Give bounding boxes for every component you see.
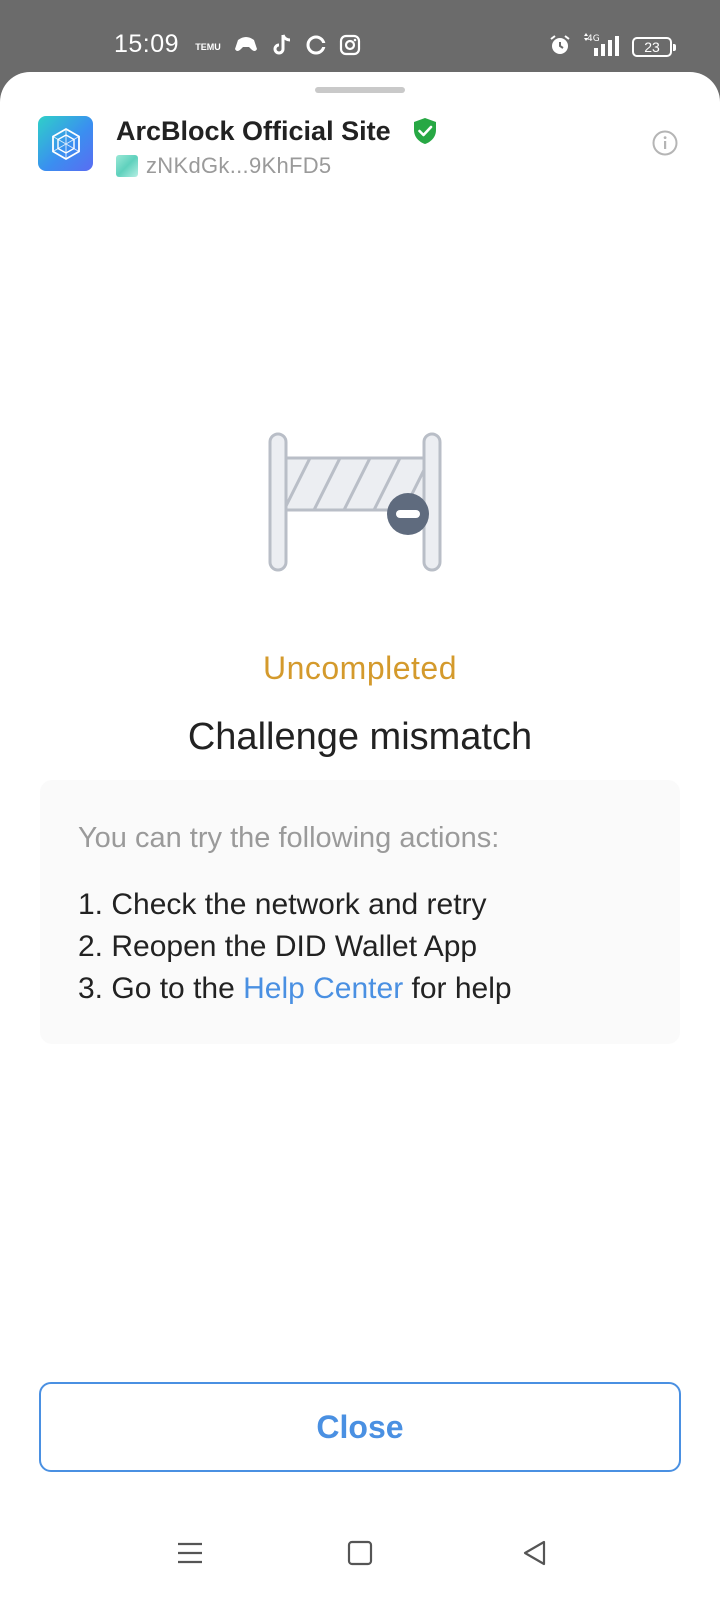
drag-handle[interactable] — [315, 87, 405, 93]
status-time: 15:09 — [114, 30, 180, 58]
close-button-label: Close — [316, 1408, 404, 1445]
app-c-icon — [305, 34, 327, 61]
list-item-prefix: 3. Go to the — [78, 972, 244, 1005]
back-icon[interactable] — [520, 1538, 550, 1568]
screen: 15:09 TEMU 4G 23 ArcBlock Official Site … — [0, 0, 720, 1600]
list-item: 1. Check the network and retry — [78, 888, 487, 921]
navigation-bar — [0, 1504, 720, 1600]
signal-icon: 4G — [582, 32, 622, 63]
status-right: 4G 23 — [548, 32, 676, 63]
battery-icon: 23 — [632, 37, 676, 57]
tiktok-icon — [271, 33, 293, 62]
did-avatar — [116, 155, 138, 177]
info-icon[interactable] — [652, 130, 678, 156]
status-app-icons: TEMU — [195, 33, 361, 62]
result-status: Uncompleted — [262, 650, 458, 686]
menu-icon[interactable] — [175, 1538, 205, 1568]
game-icon — [233, 34, 259, 61]
app-title: ArcBlock Official Site — [116, 116, 391, 146]
error-title: Challenge mismatch — [187, 716, 533, 758]
close-button[interactable]: Close — [39, 1382, 681, 1472]
bottom-sheet: ArcBlock Official Site zNKdGk...9KhFD5 U… — [0, 72, 720, 1600]
arcblock-logo — [38, 116, 93, 171]
list-item: 3. Go to the Help Center for help — [78, 968, 512, 1010]
verified-shield-icon — [412, 117, 438, 145]
status-bar: 15:09 TEMU 4G 23 — [0, 0, 720, 72]
suggested-actions-box: You can try the following actions: 1. Ch… — [40, 780, 680, 1044]
home-icon[interactable] — [345, 1538, 375, 1568]
list-item: 2. Reopen the DID Wallet App — [78, 930, 478, 963]
temu-icon: TEMU — [195, 41, 221, 52]
did-row: zNKdGk...9KhFD5 — [116, 152, 331, 180]
help-center-link[interactable]: Help Center — [243, 972, 403, 1005]
instagram-icon — [339, 34, 361, 61]
temu-label: TEMU — [195, 41, 221, 52]
barrier-illustration — [268, 432, 452, 572]
battery-level: 23 — [644, 39, 660, 55]
actions-list: 1. Check the network and retry 2. Reopen… — [78, 884, 512, 1010]
network-label: 4G — [587, 34, 600, 44]
list-item-suffix: for help — [403, 972, 512, 1005]
did-address: zNKdGk...9KhFD5 — [146, 153, 332, 178]
alarm-icon — [548, 33, 572, 62]
actions-intro: You can try the following actions: — [78, 822, 500, 854]
